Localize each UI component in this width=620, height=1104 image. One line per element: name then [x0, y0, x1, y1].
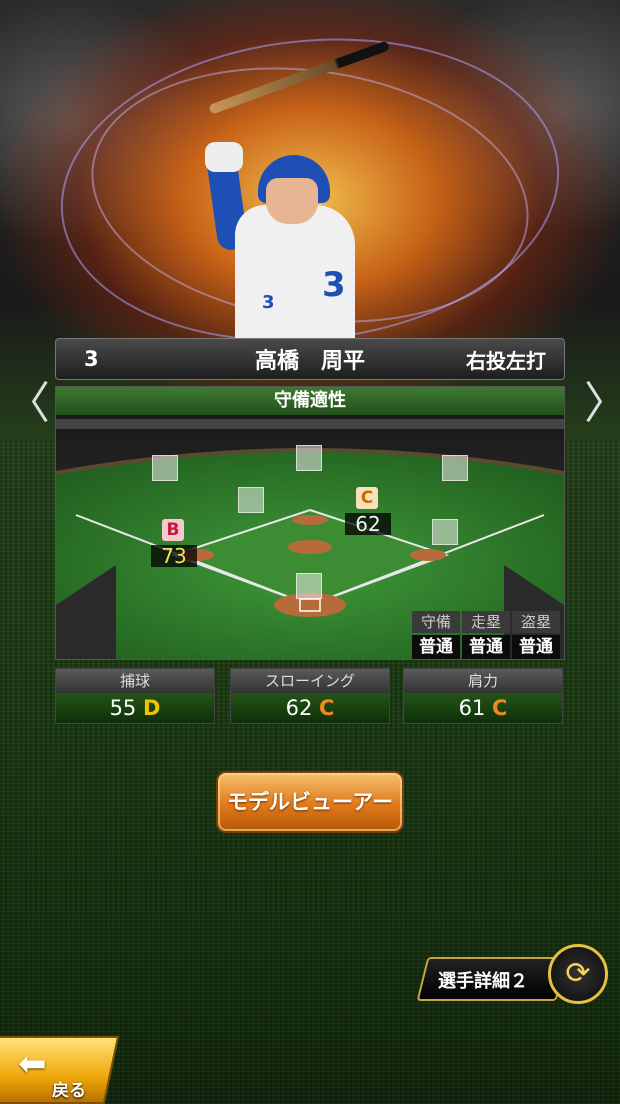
tendency-value-defense: 普通 [412, 635, 460, 659]
player-handedness: 右投左打 [466, 348, 546, 373]
stat-label: 捕球 [56, 669, 214, 693]
swap-icon[interactable]: ⟳ [548, 944, 608, 1004]
tendency-value-steal: 普通 [512, 635, 560, 659]
position-slot-1b[interactable] [432, 519, 458, 545]
tendency-value-baserunning: 普通 [462, 635, 510, 659]
player-face [266, 178, 318, 224]
defense-title: 守備適性 [56, 387, 564, 415]
back-arrow-icon[interactable]: ⬅ [18, 1044, 47, 1084]
jersey-number: 3 [322, 265, 346, 305]
stat-grade: C [492, 696, 508, 720]
jersey-sleeve-number: 3 [262, 292, 275, 313]
tendency-header-defense: 守備 [412, 611, 460, 633]
third-base-grade-badge: B [162, 519, 184, 541]
position-slot-rf[interactable] [442, 455, 468, 481]
stat-grade: D [142, 696, 161, 720]
stat-value: 61 [458, 696, 486, 720]
tendency-header-steal: 盗塁 [512, 611, 560, 633]
second-base-grade-badge: C [356, 487, 378, 509]
stat-value-row: 55 D [56, 693, 214, 723]
stat-value-row: 62 C [231, 693, 389, 723]
tendency-header-baserunning: 走塁 [462, 611, 510, 633]
second-base-value: 62 [345, 513, 391, 535]
player-detail-label[interactable]: 選手詳細２ [438, 967, 528, 993]
stat-catching: 捕球 55 D [55, 668, 215, 724]
stat-arm-strength: 肩力 61 C [403, 668, 563, 724]
stat-throwing: スローイング 62 C [230, 668, 390, 724]
stat-value: 62 [285, 696, 313, 720]
stat-value-row: 61 C [404, 693, 562, 723]
stat-value: 55 [109, 696, 137, 720]
third-base-value: 73 [151, 545, 197, 567]
model-viewer-button[interactable]: モデルビューアー [216, 771, 404, 833]
stat-label: スローイング [231, 669, 389, 693]
batting-gloves [205, 142, 243, 172]
back-label[interactable]: 戻る [52, 1076, 86, 1101]
player-name-bar: 3 高橋 周平 右投左打 [55, 338, 565, 380]
stat-grade: C [319, 696, 335, 720]
defense-aptitude-panel: 守備適性 B 73 C 62 守備 走塁 盗塁 普通 普通 普通 [55, 386, 565, 660]
baseball-field: B 73 C 62 守備 走塁 盗塁 普通 普通 普通 [56, 415, 564, 659]
position-slot-cf[interactable] [296, 445, 322, 471]
chevron-right-icon[interactable]: 〉 [584, 382, 620, 428]
chevron-left-icon[interactable]: 〈 [6, 382, 50, 428]
position-slot-lf[interactable] [152, 455, 178, 481]
position-slot-ss[interactable] [238, 487, 264, 513]
stat-label: 肩力 [404, 669, 562, 693]
position-slot-c[interactable] [296, 573, 322, 599]
defense-tendency-table: 守備 走塁 盗塁 普通 普通 普通 [412, 611, 560, 659]
